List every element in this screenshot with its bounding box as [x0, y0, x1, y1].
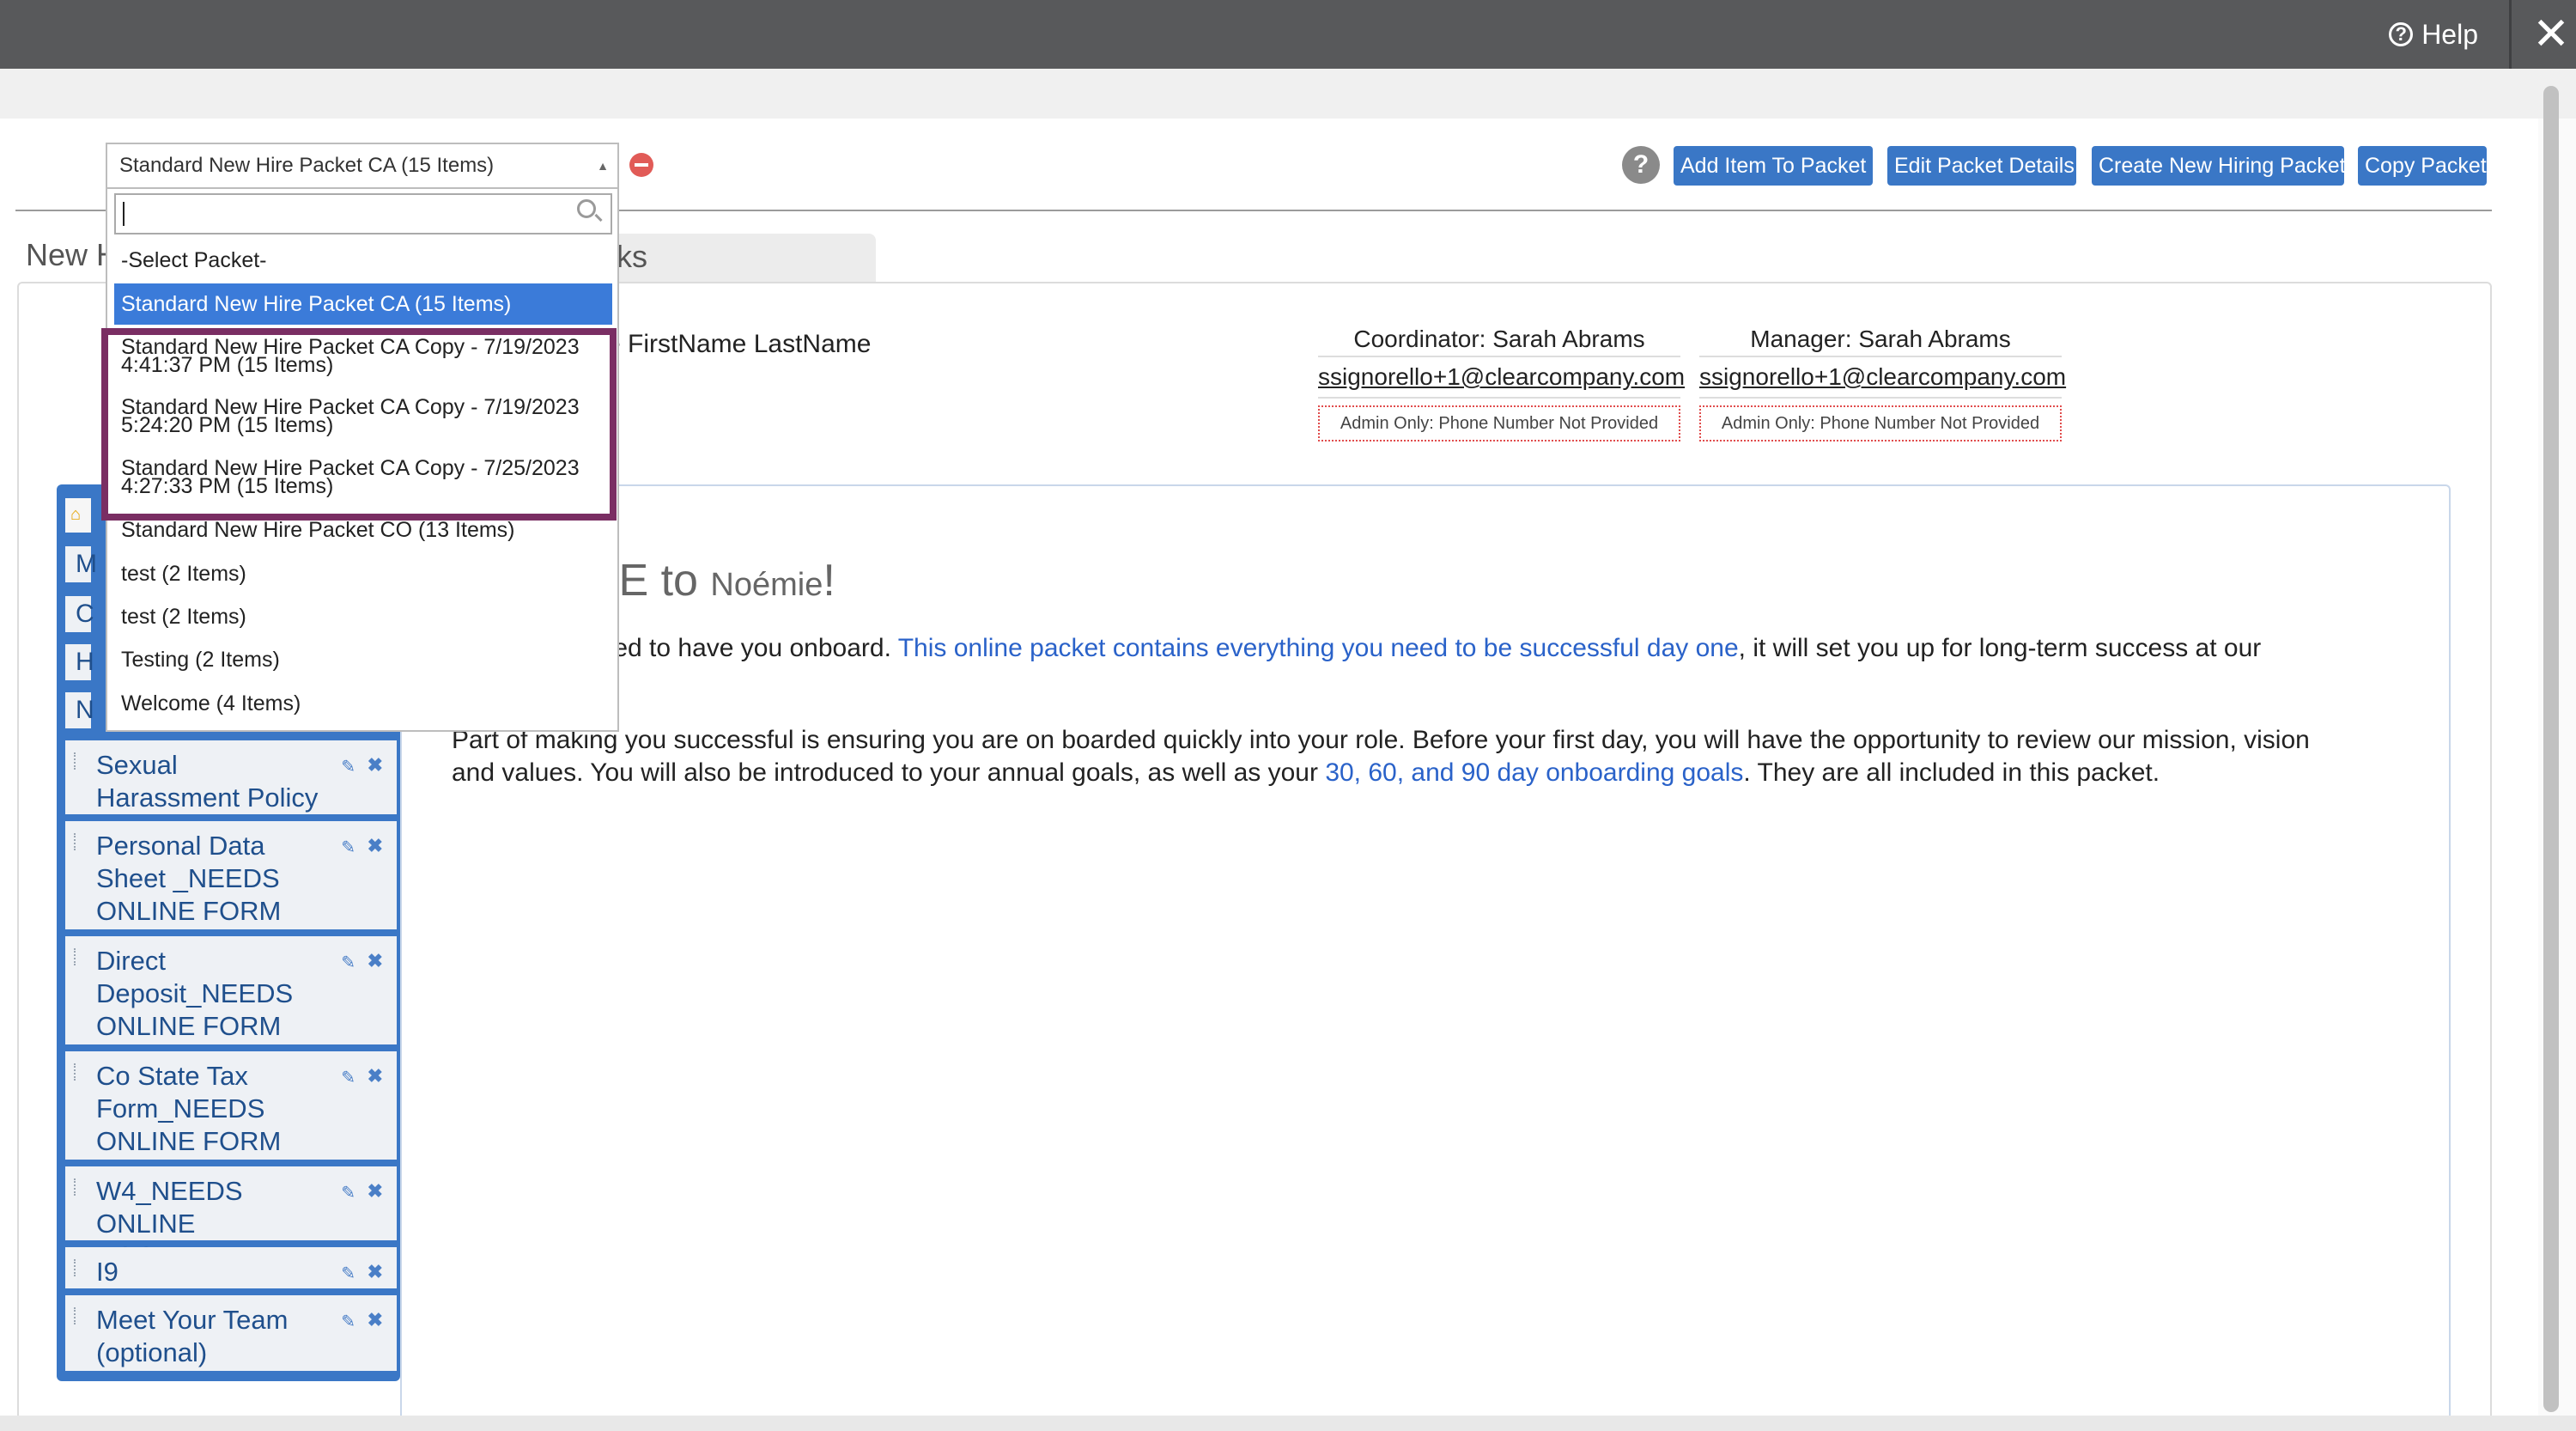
sidebar-item-label: Co State Tax Form_NEEDS ONLINE FORM [96, 1061, 282, 1156]
manager-email-link[interactable]: ssignorello+1@clearcompany.com [1699, 357, 2066, 399]
edit-icon[interactable]: ✎ [341, 947, 355, 979]
edit-icon[interactable]: ✎ [341, 1062, 355, 1094]
edit-icon[interactable]: ✎ [341, 1306, 355, 1338]
dropdown-option[interactable]: Testing (2 Items) [114, 647, 612, 673]
search-icon [577, 199, 596, 218]
close-divider [2509, 0, 2512, 69]
delete-icon[interactable]: ✖ [368, 1060, 383, 1093]
p2-end: . They are all included in this packet. [1743, 758, 2160, 787]
sidebar-item-stub[interactable]: C [65, 596, 94, 632]
delete-icon[interactable]: ✖ [368, 945, 383, 977]
dropdown-option[interactable]: test (2 Items) [114, 561, 612, 587]
delete-icon[interactable]: ✖ [368, 749, 383, 782]
welcome-bang: ! [823, 556, 835, 606]
help-label: Help [2421, 18, 2478, 50]
coordinator-title: Coordinator: Sarah Abrams [1318, 323, 1680, 357]
welcome-heading: IE to Noémie! [606, 555, 835, 606]
sidebar-item-meet-your-team[interactable]: Meet Your Team (optional) ✎ ✖ [65, 1295, 397, 1371]
sidebar-item-label: Meet Your Team (optional) [96, 1305, 289, 1367]
p2-line1: Part of making you successful is ensurin… [452, 726, 2310, 754]
home-icon: ⌂ [70, 505, 82, 524]
employee-name: e FirstName LastName [606, 330, 872, 358]
top-bar [0, 0, 2576, 69]
packet-select-value: Standard New Hire Packet CA (15 Items) [119, 154, 495, 177]
annotation-highlight-box [101, 328, 617, 521]
remove-packet-icon[interactable] [629, 153, 653, 177]
drag-handle-icon[interactable] [74, 1178, 79, 1196]
drag-handle-icon[interactable] [74, 1063, 79, 1081]
edit-icon[interactable]: ✎ [341, 1257, 355, 1290]
scrollbar-thumb[interactable] [2543, 86, 2559, 1412]
manager-phone-notice: Admin Only: Phone Number Not Provided [1699, 405, 2062, 441]
sidebar-item-label: Sexual Harassment Policy [96, 750, 319, 813]
sidebar-item-label: Personal Data Sheet _NEEDS ONLINE FORM [96, 831, 282, 926]
sidebar-item-w4[interactable]: W4_NEEDS ONLINE DOCUMENT ✎ ✖ [65, 1166, 397, 1271]
delete-icon[interactable]: ✖ [368, 1175, 383, 1208]
company-name: Noémie [710, 567, 823, 603]
dropdown-option[interactable]: Welcome (4 Items) [114, 691, 612, 716]
packet-select[interactable]: Standard New Hire Packet CA (15 Items) ▲ [106, 143, 619, 187]
create-new-hiring-packet-button[interactable]: Create New Hiring Packet [2092, 146, 2346, 186]
sidebar-item-co-state-tax-form[interactable]: Co State Tax Form_NEEDS ONLINE FORM ✎ ✖ [65, 1051, 397, 1160]
edit-icon[interactable]: ✎ [341, 831, 355, 864]
sidebar-item-stub[interactable]: M [65, 546, 97, 582]
delete-icon[interactable]: ✖ [368, 1304, 383, 1337]
edit-icon[interactable]: ✎ [341, 751, 355, 783]
sidebar-item-personal-data-sheet[interactable]: Personal Data Sheet _NEEDS ONLINE FORM ✎… [65, 821, 397, 929]
sidebar-item-i9[interactable]: I9 ✎ ✖ [65, 1247, 397, 1288]
drag-handle-icon[interactable] [74, 752, 79, 770]
sidebar-item-stub[interactable]: H [65, 644, 94, 680]
sidebar-item-label: Direct Deposit_NEEDS ONLINE FORM [96, 946, 294, 1041]
p1-start: ted to have you onboard. [606, 634, 898, 662]
sidebar-item-direct-deposit[interactable]: Direct Deposit_NEEDS ONLINE FORM ✎ ✖ [65, 936, 397, 1044]
coordinator-phone-notice: Admin Only: Phone Number Not Provided [1318, 405, 1680, 441]
sub-header-band [0, 69, 2576, 119]
tab-new-hire[interactable]: New H [26, 237, 118, 273]
dropdown-search-input[interactable] [114, 193, 612, 234]
drag-handle-icon[interactable] [74, 1259, 79, 1276]
drag-handle-icon[interactable] [74, 948, 79, 965]
edit-packet-details-button[interactable]: Edit Packet Details [1887, 146, 2076, 186]
dropdown-option[interactable]: Standard New Hire Packet CO (13 Items) [114, 517, 612, 543]
sidebar-item-stub[interactable]: N [65, 692, 94, 728]
dropdown-option[interactable]: test (2 Items) [114, 604, 612, 630]
drag-handle-icon[interactable] [74, 833, 79, 850]
delete-icon[interactable]: ✖ [368, 1256, 383, 1288]
coordinator-email-link[interactable]: ssignorello+1@clearcompany.com [1318, 357, 1685, 399]
dropdown-option[interactable]: -Select Packet- [114, 247, 612, 273]
welcome-paragraph-2: Part of making you successful is ensurin… [452, 724, 2427, 789]
p2-highlight: 30, 60, and 90 day onboarding goals [1325, 758, 1744, 787]
manager-column: Manager: Sarah Abrams ssignorello+1@clea… [1699, 323, 2066, 441]
bottom-bar [0, 1416, 2576, 1431]
p1-end: , it will set you up for long-term succe… [1738, 634, 2262, 662]
question-icon[interactable]: ? [1622, 146, 1660, 184]
add-item-to-packet-button[interactable]: Add Item To Packet [1674, 146, 1873, 186]
welcome-paragraph-1: ted to have you onboard. This online pac… [606, 632, 2324, 665]
sidebar-item-sexual-harassment-policy[interactable]: Sexual Harassment Policy ✎ ✖ [65, 740, 397, 814]
delete-icon[interactable]: ✖ [368, 830, 383, 862]
text-cursor [123, 202, 125, 226]
welcome-heading-text: IE to [606, 556, 698, 606]
help-icon: ? [2389, 22, 2414, 46]
manager-title: Manager: Sarah Abrams [1699, 323, 2062, 357]
p2-line2: and values. You will also be introduced … [452, 757, 2427, 789]
close-icon[interactable]: ✕ [2526, 7, 2576, 62]
welcome-card [400, 484, 2451, 1431]
edit-icon[interactable]: ✎ [341, 1177, 355, 1209]
coordinator-column: Coordinator: Sarah Abrams ssignorello+1@… [1318, 323, 1685, 441]
p1-highlight: This online packet contains everything y… [897, 634, 1739, 662]
copy-packet-button[interactable]: Copy Packet [2358, 146, 2487, 186]
drag-handle-icon[interactable] [74, 1307, 79, 1324]
help-link[interactable]: ? Help [2389, 17, 2478, 52]
dropdown-option-selected[interactable]: Standard New Hire Packet CA (15 Items) [114, 283, 612, 325]
p2-line2-start: and values. You will also be introduced … [452, 758, 1326, 787]
caret-up-icon: ▲ [597, 159, 609, 173]
sidebar-item-label: I9 [96, 1257, 118, 1287]
